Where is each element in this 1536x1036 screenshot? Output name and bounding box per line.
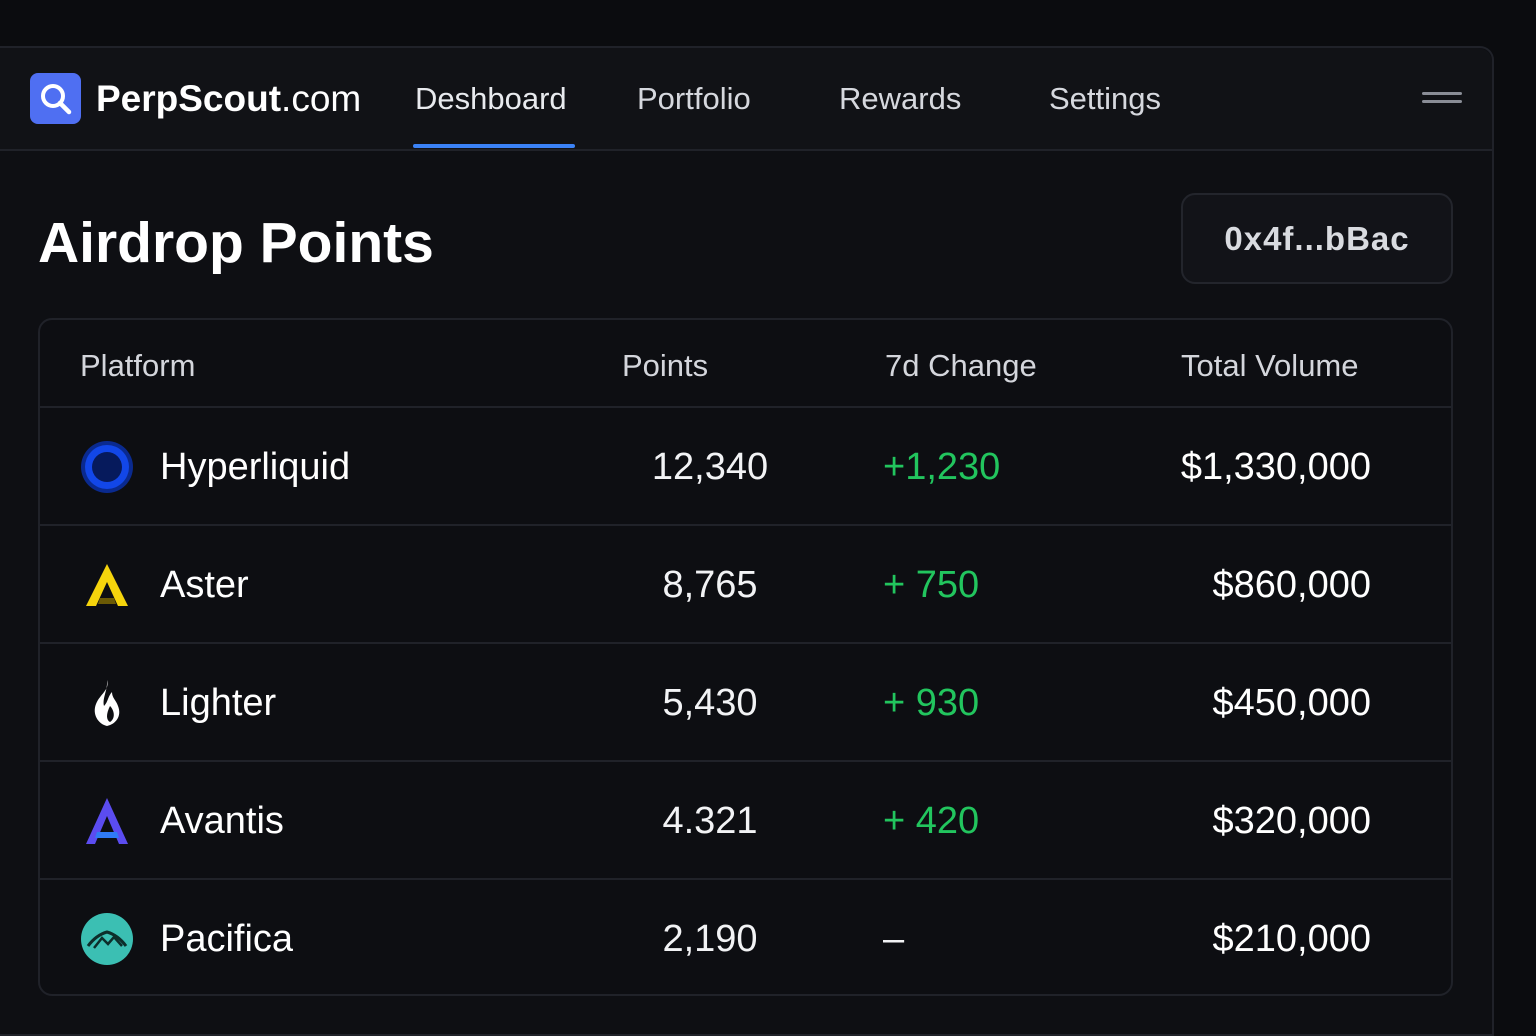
change-value: +1,230 [883,446,1001,488]
table-header: Platform Points 7d Change Total Volume [40,320,1451,408]
brand-bold: PerpScout [96,78,282,119]
page-title: Airdrop Points [38,211,434,275]
change-value: + 750 [883,564,980,606]
column-header-platform: Platform [80,348,196,383]
table-row[interactable]: Aster 8,765 + 750 $860,000 [40,526,1451,644]
platform-name: Avantis [160,800,284,842]
change-value: + 930 [883,682,980,724]
platform-name: Pacifica [160,918,294,960]
points-value: 12,340 [651,446,769,488]
column-header-points: Points [622,348,709,383]
change-value: – [883,918,905,960]
nav-dashboard[interactable]: Deshboard [415,81,567,117]
points-value: 5,430 [662,682,758,724]
airdrop-points-table: Platform Points 7d Change Total Volume H… [38,318,1453,996]
points-value: 2,190 [662,918,758,960]
change-value: + 420 [883,800,980,842]
platform-name: Lighter [160,682,277,724]
logo-search-icon[interactable] [30,73,81,124]
active-tab-indicator [413,144,575,148]
lighter-flame-icon [94,680,120,726]
volume-value: $210,000 [1212,918,1372,960]
wallet-address-button[interactable]: 0x4f...bBac [1181,193,1453,284]
volume-value: $320,000 [1212,800,1372,842]
aster-icon [86,564,128,606]
table-row[interactable]: Hyperliquid 12,340 +1,230 $1,330,000 [40,408,1451,526]
table-row[interactable]: Avantis 4.321 + 420 $320,000 [40,762,1451,880]
menu-icon[interactable] [1422,92,1464,108]
avantis-icon [86,798,128,844]
platform-name: Hyperliquid [160,446,351,488]
points-value: 4.321 [662,800,758,842]
points-value: 8,765 [662,564,758,606]
column-header-7d-change: 7d Change [885,348,1037,383]
column-header-total-volume: Total Volume [1181,348,1359,383]
brand-name[interactable]: PerpScout.com [96,78,361,120]
volume-value: $1,330,000 [1180,446,1371,488]
nav-portfolio[interactable]: Portfolio [637,81,751,117]
table-row[interactable]: Lighter 5,430 + 930 $450,000 [40,644,1451,762]
hyperliquid-icon [81,441,133,493]
volume-value: $450,000 [1212,682,1372,724]
platform-name: Aster [160,564,249,606]
nav-rewards[interactable]: Rewards [839,81,961,117]
volume-value: $860,000 [1212,564,1372,606]
pacifica-icon [81,913,133,965]
table-row[interactable]: Pacifica 2,190 – $210,000 [40,880,1451,994]
nav-settings[interactable]: Settings [1049,81,1161,117]
top-navbar: PerpScout.com Deshboard Portfolio Reward… [0,48,1492,151]
brand-suffix: .com [281,78,362,119]
